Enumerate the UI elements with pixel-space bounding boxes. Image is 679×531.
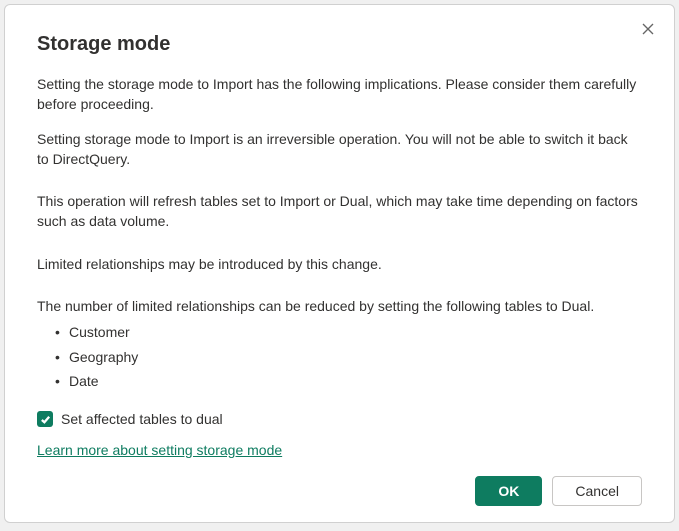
checkmark-icon [40,414,51,425]
cancel-button[interactable]: Cancel [552,476,642,506]
irreversible-text: Setting storage mode to Import is an irr… [37,129,642,170]
storage-mode-dialog: Storage mode Setting the storage mode to… [4,4,675,523]
intro-text: Setting the storage mode to Import has t… [37,74,642,115]
set-dual-checkbox-label[interactable]: Set affected tables to dual [61,409,223,429]
set-dual-checkbox-row: Set affected tables to dual [37,409,642,429]
reduce-text: The number of limited relationships can … [37,296,642,316]
dialog-title: Storage mode [37,33,642,56]
learn-more-link[interactable]: Learn more about setting storage mode [37,440,282,460]
list-item: Geography [55,347,642,367]
set-dual-checkbox[interactable] [37,411,53,427]
list-item: Date [55,371,642,391]
close-icon [642,23,654,35]
list-item: Customer [55,322,642,342]
close-button[interactable] [638,19,658,39]
dialog-content: Setting the storage mode to Import has t… [37,74,642,460]
limited-text: Limited relationships may be introduced … [37,254,642,274]
refresh-text: This operation will refresh tables set t… [37,191,642,232]
tables-list: Customer Geography Date [55,322,642,391]
ok-button[interactable]: OK [475,476,542,506]
dialog-footer: OK Cancel [37,460,642,506]
